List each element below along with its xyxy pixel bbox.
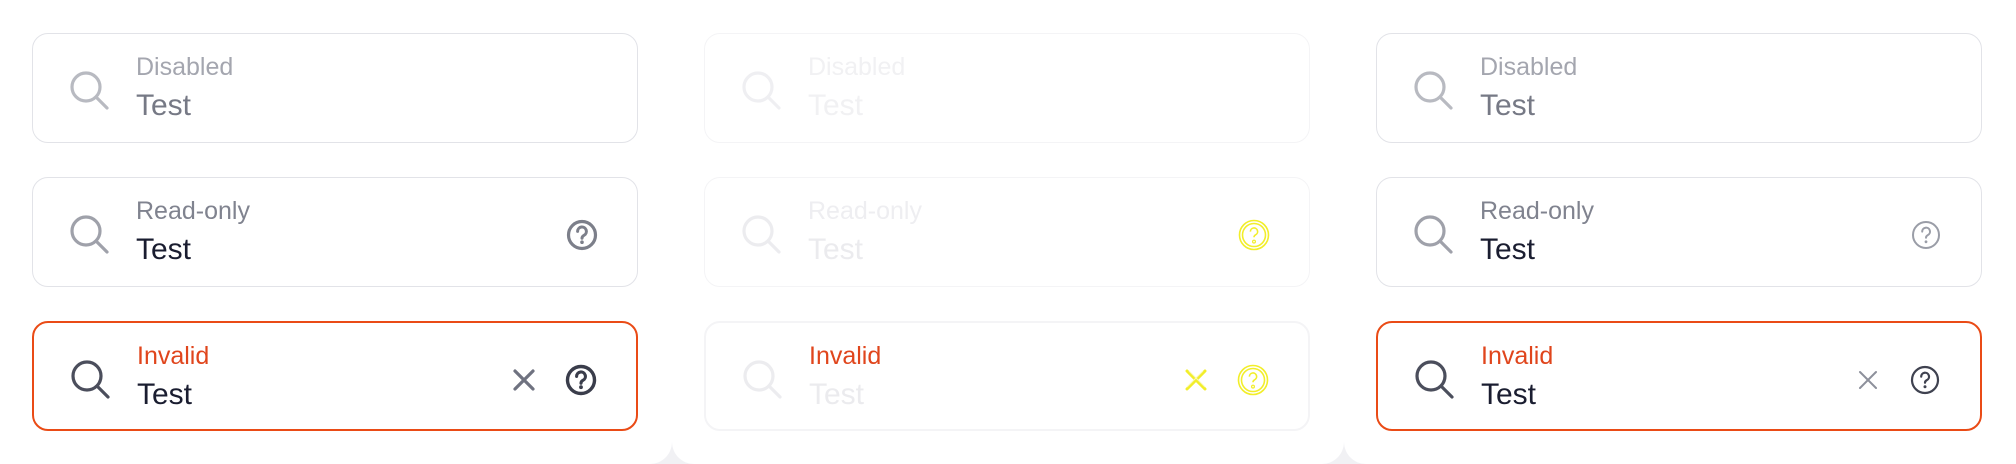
invalid-search-field[interactable]: Invalid Test [1376,321,1982,431]
search-icon [740,69,782,111]
help-icon[interactable] [564,363,598,397]
panel-faded: Disabled Test Read-only Test Invalid Tes… [672,0,1344,464]
field-label: Disabled [136,53,234,81]
help-icon[interactable] [1909,218,1943,252]
field-value: Test [136,233,192,266]
field-label: Disabled [808,53,906,81]
field-label: Read-only [808,197,922,225]
field-label: Invalid [809,342,882,370]
field-label: Read-only [136,197,250,225]
search-icon [68,69,110,111]
field-label: Invalid [137,342,210,370]
help-icon[interactable] [1236,363,1270,397]
panel-alternate: Disabled Test Read-only Test Invalid Tes… [1344,0,2016,464]
field-value: Test [137,378,193,411]
field-value: Test [136,89,192,122]
field-value: Test [808,89,864,122]
field-value: Test [1481,378,1537,411]
search-icon [1412,213,1454,255]
invalid-search-field[interactable]: Invalid Test [704,321,1310,431]
clear-icon[interactable] [510,366,538,394]
search-icon [69,358,111,400]
help-icon[interactable] [1237,218,1271,252]
readonly-search-field[interactable]: Read-only Test [704,177,1310,287]
search-icon [1413,358,1455,400]
component-showcase: Disabled Test Read-only Test Invalid Tes… [0,0,2016,464]
help-icon[interactable] [1908,363,1942,397]
invalid-search-field[interactable]: Invalid Test [32,321,638,431]
search-icon [68,213,110,255]
field-value: Test [1480,89,1536,122]
clear-icon[interactable] [1182,366,1210,394]
search-icon [741,358,783,400]
search-icon [1412,69,1454,111]
field-value: Test [809,378,865,411]
readonly-search-field[interactable]: Read-only Test [1376,177,1982,287]
readonly-search-field[interactable]: Read-only Test [32,177,638,287]
field-label: Disabled [1480,53,1578,81]
disabled-search-field: Disabled Test [32,33,638,143]
help-icon[interactable] [565,218,599,252]
clear-icon[interactable] [1854,366,1882,394]
disabled-search-field: Disabled Test [1376,33,1982,143]
search-icon [740,213,782,255]
field-value: Test [1480,233,1536,266]
disabled-search-field: Disabled Test [704,33,1310,143]
field-value: Test [808,233,864,266]
panel-default: Disabled Test Read-only Test Invalid Tes… [0,0,672,464]
field-label: Read-only [1480,197,1594,225]
field-label: Invalid [1481,342,1554,370]
